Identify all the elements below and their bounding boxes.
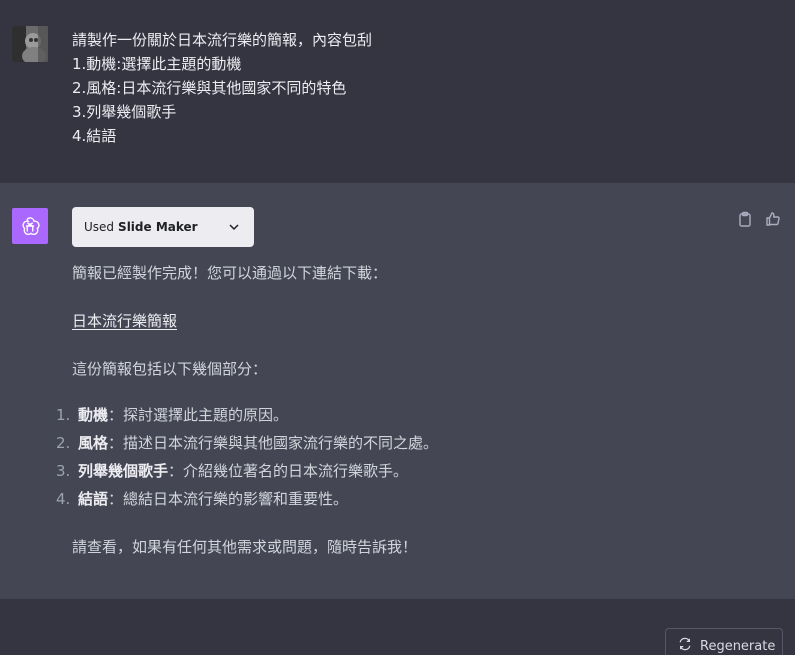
footer-area: Regenerate	[0, 599, 795, 655]
list-item: 2. 風格：描述日本流行樂與其他國家流行樂的不同之處。	[56, 429, 772, 457]
download-link[interactable]: 日本流行樂簡報	[72, 312, 177, 330]
user-line: 3.列舉幾個歌手	[72, 103, 177, 121]
plugin-name: Slide Maker	[118, 220, 198, 234]
user-line: 4.結語	[72, 127, 117, 145]
list-item: 1. 動機：探討選擇此主題的原因。	[56, 401, 772, 429]
list-desc: ：介紹幾位著名的日本流行樂歌手。	[168, 462, 409, 480]
intro-text: 簡報已經製作完成！您可以通過以下連結下載：	[72, 264, 388, 282]
assistant-message: Used Slide Maker 簡報已經製作完成！您可以通過以下連結下載： 日…	[0, 183, 795, 599]
closing-text: 請查看，如果有任何其他需求或問題，隨時告訴我！	[72, 538, 418, 556]
list-term: 列舉幾個歌手	[78, 462, 169, 480]
user-message-text: 請製作一份關於日本流行樂的簡報，內容包刮 1.動機:選擇此主題的動機 2.風格:…	[72, 28, 372, 148]
chat-page: 請製作一份關於日本流行樂的簡報，內容包刮 1.動機:選擇此主題的動機 2.風格:…	[0, 0, 795, 655]
plugin-used-dropdown[interactable]: Used Slide Maker	[72, 207, 254, 247]
thumbs-up-icon[interactable]	[765, 211, 781, 227]
list-item: 4. 結語：總結日本流行樂的影響和重要性。	[56, 485, 772, 513]
clipboard-icon[interactable]	[737, 211, 753, 227]
regenerate-button[interactable]: Regenerate	[665, 628, 783, 655]
list-desc: ：總結日本流行樂的影響和重要性。	[108, 490, 349, 508]
list-term: 結語	[78, 490, 109, 508]
user-line: 1.動機:選擇此主題的動機	[72, 55, 242, 73]
list-number: 2.	[56, 434, 71, 452]
user-line: 2.風格:日本流行樂與其他國家不同的特色	[72, 79, 347, 97]
list-number: 1.	[56, 406, 71, 424]
list-term: 動機	[78, 406, 109, 424]
openai-logo-icon	[12, 208, 48, 244]
list-item: 3. 列舉幾個歌手：介紹幾位著名的日本流行樂歌手。	[56, 457, 772, 485]
list-number: 4.	[56, 490, 71, 508]
plugin-used-label: Used	[84, 220, 115, 234]
list-desc: ：描述日本流行樂與其他國家流行樂的不同之處。	[108, 434, 439, 452]
list-desc: ：探討選擇此主題的原因。	[108, 406, 289, 424]
list-term: 風格	[78, 434, 109, 452]
list-number: 3.	[56, 462, 71, 480]
user-line: 請製作一份關於日本流行樂的簡報，內容包刮	[72, 31, 373, 49]
refresh-icon	[678, 637, 692, 655]
message-actions	[737, 211, 781, 227]
user-avatar	[12, 26, 48, 62]
sections-intro: 這份簡報包括以下幾個部分：	[72, 360, 268, 378]
user-message: 請製作一份關於日本流行樂的簡報，內容包刮 1.動機:選擇此主題的動機 2.風格:…	[0, 0, 795, 183]
regenerate-label: Regenerate	[700, 638, 776, 654]
chevron-down-icon	[228, 221, 240, 236]
assistant-message-body: 簡報已經製作完成！您可以通過以下連結下載： 日本流行樂簡報 這份簡報包括以下幾個…	[56, 261, 772, 559]
sections-list: 1. 動機：探討選擇此主題的原因。 2. 風格：描述日本流行樂與其他國家流行樂的不同…	[56, 401, 772, 513]
